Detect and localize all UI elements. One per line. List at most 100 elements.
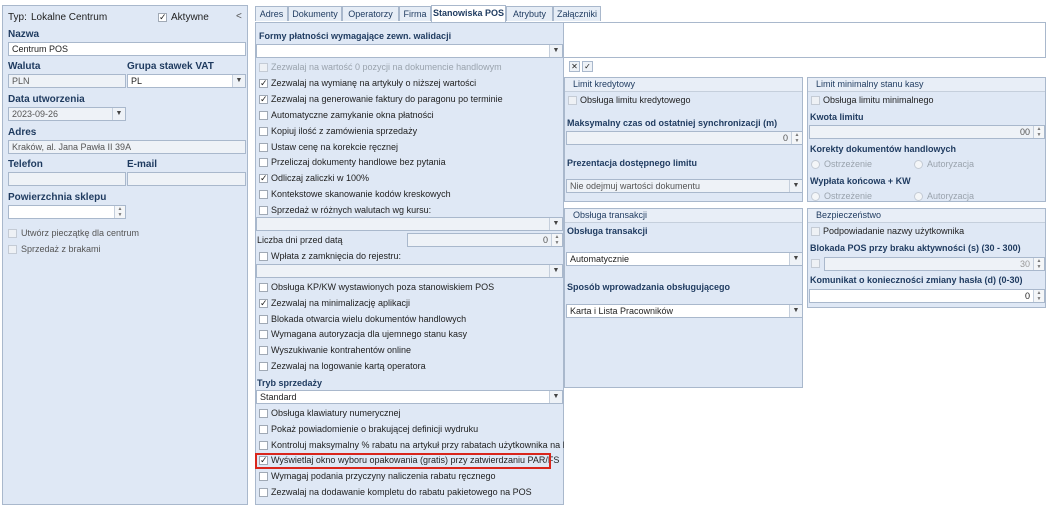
option-checkbox[interactable] <box>259 126 268 136</box>
option-checkbox[interactable] <box>259 206 268 216</box>
limit-presentation-select[interactable]: Nie odejmuj wartości dokumentu ▼ <box>566 179 803 193</box>
payout-warn-radio[interactable] <box>811 192 820 201</box>
spin-icon[interactable]: ▲ ▼ <box>114 206 125 218</box>
highlight-box <box>255 453 551 469</box>
option-checkbox[interactable] <box>259 488 268 497</box>
option-checkbox[interactable] <box>259 190 268 200</box>
option-label: Przeliczaj dokumenty handlowe bez pytani… <box>271 157 446 168</box>
chevron-down-icon[interactable]: ▼ <box>789 253 802 265</box>
chevron-down-icon[interactable]: ▼ <box>549 265 562 277</box>
stamp-checkbox[interactable] <box>8 229 17 238</box>
email-label: E-mail <box>127 159 158 170</box>
check-icon[interactable]: ✓ <box>582 61 593 72</box>
min-limit-checkbox[interactable] <box>811 96 820 105</box>
payout-auth-label: Autoryzacja <box>927 191 975 201</box>
operator-input-label: Sposób wprowadzania obsługującego <box>567 282 731 292</box>
chevron-down-icon[interactable]: ▼ <box>549 45 562 57</box>
tab-dokumenty[interactable]: Dokumenty <box>288 6 342 21</box>
option-checkbox[interactable] <box>259 472 268 482</box>
days-before-field[interactable]: 0 ▲ ▼ <box>407 233 563 247</box>
inactivity-block-field[interactable]: 30 ▲ ▼ <box>824 257 1045 271</box>
option-label: Zezwalaj na generowanie faktury do parag… <box>271 93 503 104</box>
name-field[interactable]: Centrum POS <box>8 42 246 56</box>
option-checkbox[interactable] <box>259 283 268 292</box>
days-before-label: Liczba dni przed datą <box>257 235 343 245</box>
option-checkbox[interactable] <box>259 142 268 152</box>
option-checkbox[interactable] <box>259 158 268 168</box>
currency-field[interactable]: PLN <box>8 74 126 88</box>
option-checkbox[interactable] <box>259 440 268 450</box>
sale-mode-value: Standard <box>260 392 297 402</box>
shortage-sale-checkbox[interactable] <box>8 245 17 254</box>
option-label: Zezwalaj na wymianę na artykuły o niższe… <box>271 77 477 88</box>
chevron-down-icon[interactable]: ▼ <box>232 75 245 87</box>
limit-amount-field[interactable]: 00 ▲ ▼ <box>809 125 1045 139</box>
vat-group-select[interactable]: PL ▼ <box>127 74 246 88</box>
shortage-sale-label: Sprzedaż z brakami <box>21 244 101 254</box>
collapse-icon[interactable]: < <box>236 11 242 22</box>
tab-operatorzy[interactable]: Operatorzy <box>342 6 399 21</box>
limit-amount-value: 00 <box>1019 127 1030 137</box>
option-checkbox[interactable]: ✓ <box>259 94 268 104</box>
chevron-down-icon[interactable]: ▼ <box>549 391 562 403</box>
chevron-down-icon[interactable]: ▼ <box>112 108 125 120</box>
username-hint-checkbox[interactable] <box>811 227 820 236</box>
address-field[interactable]: Kraków, al. Jana Pawła II 39A <box>8 140 246 154</box>
active-checkbox[interactable]: ✓ <box>158 13 167 22</box>
spin-icon[interactable]: ▲ ▼ <box>791 132 802 144</box>
corrections-auth-radio[interactable] <box>914 160 923 169</box>
right-settings-area: ✕ ✓ Limit kredytowy Obsługa limitu kredy… <box>564 58 1046 505</box>
spin-icon[interactable]: ▲ ▼ <box>1033 126 1044 138</box>
address-label: Adres <box>8 127 37 138</box>
created-date-field[interactable]: 2023-09-26 ▼ <box>8 107 126 121</box>
tab-adres[interactable]: Adres <box>255 6 288 21</box>
close-icon[interactable]: ✕ <box>569 61 580 72</box>
payment-forms-list[interactable] <box>564 22 1046 58</box>
max-sync-time-field[interactable]: 0 ▲ ▼ <box>566 131 803 145</box>
option-checkbox[interactable] <box>259 346 268 356</box>
transactions-select[interactable]: Automatycznie ▼ <box>566 252 803 266</box>
limit-amount-label: Kwota limitu <box>810 112 864 122</box>
transactions-label: Obsługa transakcji <box>567 226 648 236</box>
corrections-warn-radio[interactable] <box>811 160 820 169</box>
password-change-field[interactable]: 0 ▲ ▼ <box>809 289 1045 303</box>
shop-area-field[interactable]: ▲ ▼ <box>8 205 126 219</box>
created-date-value: 2023-09-26 <box>12 109 59 119</box>
password-change-value: 0 <box>1024 291 1030 301</box>
tab-zalaczniki[interactable]: Załączniki <box>553 6 601 21</box>
chevron-down-icon[interactable]: ▼ <box>789 305 802 317</box>
chevron-down-icon[interactable]: ▼ <box>549 218 562 230</box>
phone-field[interactable] <box>8 172 126 186</box>
sale-mode-select[interactable]: Standard ▼ <box>256 390 563 404</box>
option-checkbox[interactable] <box>259 63 268 72</box>
days-before-value: 0 <box>542 235 548 245</box>
deposit-register-select[interactable]: ▼ <box>256 264 563 278</box>
option-checkbox[interactable] <box>259 424 268 434</box>
inactivity-block-checkbox[interactable] <box>811 259 820 268</box>
tab-firma[interactable]: Firma <box>399 6 431 21</box>
tab-atrybuty[interactable]: Atrybuty <box>506 6 553 21</box>
currency-rate-select[interactable]: ▼ <box>256 217 563 231</box>
credit-limit-checkbox[interactable] <box>568 96 577 105</box>
option-checkbox[interactable] <box>259 314 268 324</box>
option-checkbox[interactable]: ✓ <box>259 174 268 184</box>
option-checkbox[interactable] <box>259 110 268 120</box>
deposit-label: Wpłata z zamknięcia do rejestru: <box>271 251 402 261</box>
spin-icon[interactable]: ▲ ▼ <box>1033 258 1044 270</box>
operator-input-select[interactable]: Karta i Lista Pracowników ▼ <box>566 304 803 318</box>
spin-icon[interactable]: ▲ ▼ <box>551 234 562 246</box>
option-checkbox[interactable] <box>259 409 268 418</box>
credit-limit-group: Limit kredytowy Obsługa limitu kredytowe… <box>564 77 803 202</box>
option-checkbox[interactable]: ✓ <box>259 78 268 88</box>
deposit-checkbox[interactable] <box>259 252 268 261</box>
option-checkbox[interactable] <box>259 362 268 371</box>
payment-forms-select[interactable]: ▼ <box>256 44 563 58</box>
tab-stanowiska-pos[interactable]: Stanowiska POS <box>431 5 506 22</box>
email-field[interactable] <box>127 172 246 186</box>
option-checkbox[interactable]: ✓ <box>259 298 268 308</box>
option-label: Zezwalaj na minimalizację aplikacji <box>271 297 411 308</box>
spin-icon[interactable]: ▲ ▼ <box>1033 290 1044 302</box>
payout-auth-radio[interactable] <box>914 192 923 201</box>
chevron-down-icon[interactable]: ▼ <box>789 180 802 192</box>
option-checkbox[interactable] <box>259 330 268 340</box>
